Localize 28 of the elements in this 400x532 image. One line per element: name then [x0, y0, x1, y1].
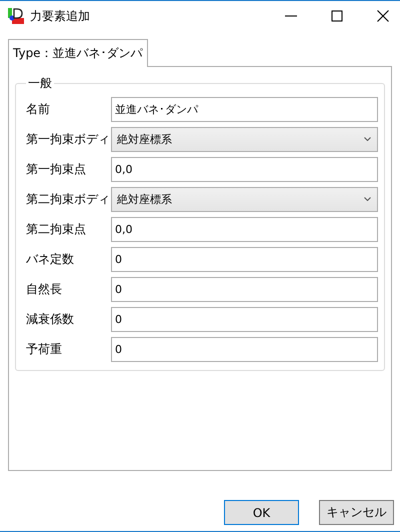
input-field[interactable]: 0: [111, 336, 378, 362]
field-label: 第一拘束ボディ: [26, 130, 111, 148]
field-label: 名前: [26, 100, 51, 118]
field-label: バネ定数: [26, 250, 75, 268]
input-field[interactable]: 0,0: [111, 156, 378, 182]
chevron-down-icon: [364, 137, 371, 141]
dialog-button[interactable]: キャンセル: [319, 500, 394, 525]
dialog-button[interactable]: OK: [224, 500, 299, 525]
group-title: 一般: [27, 75, 53, 92]
input-field[interactable]: 0: [111, 276, 378, 302]
input-field[interactable]: 0,0: [111, 216, 378, 242]
field-label: 予荷重: [26, 340, 63, 358]
app-logo-icon: [8, 8, 24, 24]
tab[interactable]: Type：並進バネ･ダンパ: [8, 39, 148, 67]
dropdown[interactable]: 絶対座標系: [111, 186, 378, 212]
field-label: 第二拘束点: [26, 220, 87, 238]
field-label: 減衰係数: [26, 310, 75, 328]
input-field[interactable]: 並進バネ･ダンパ: [111, 96, 378, 122]
maximize-icon[interactable]: [331, 10, 343, 22]
input-field[interactable]: 0: [111, 246, 378, 272]
field-label: 第一拘束点: [26, 160, 87, 178]
close-icon[interactable]: [377, 10, 389, 22]
field-label: 自然長: [26, 280, 63, 298]
window-title: 力要素追加: [30, 8, 90, 24]
input-field[interactable]: 0: [111, 306, 378, 332]
dropdown[interactable]: 絶対座標系: [111, 126, 378, 152]
chevron-down-icon: [364, 197, 371, 201]
field-label: 第二拘束ボディ: [26, 190, 111, 208]
